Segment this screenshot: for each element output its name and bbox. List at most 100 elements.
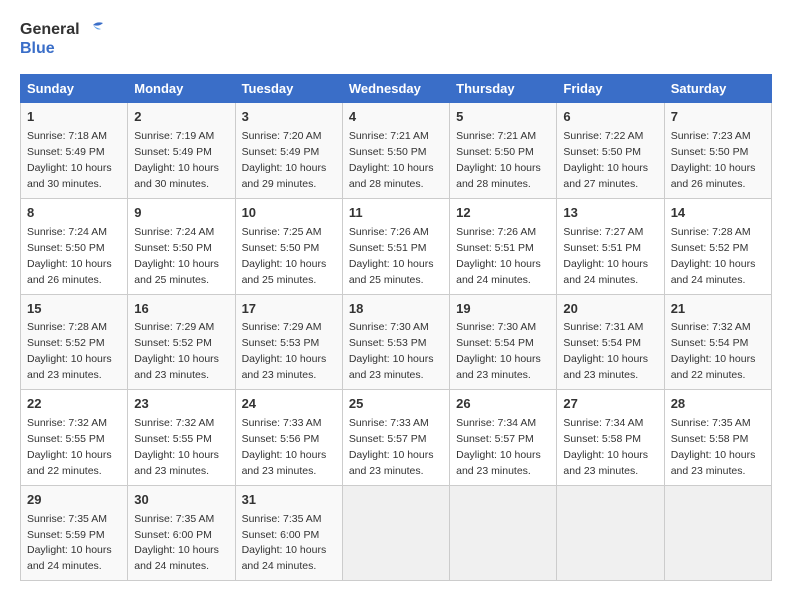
day-sunset: Sunset: 5:49 PM	[134, 146, 212, 158]
day-sunrise: Sunrise: 7:20 AM	[242, 130, 322, 142]
day-number: 19	[456, 300, 550, 319]
day-sunrise: Sunrise: 7:21 AM	[349, 130, 429, 142]
day-sunset: Sunset: 5:50 PM	[671, 146, 749, 158]
calendar-day-cell: 11 Sunrise: 7:26 AM Sunset: 5:51 PM Dayl…	[342, 198, 449, 294]
calendar-day-cell: 7 Sunrise: 7:23 AM Sunset: 5:50 PM Dayli…	[664, 103, 771, 199]
day-number: 1	[27, 108, 121, 127]
day-sunrise: Sunrise: 7:25 AM	[242, 226, 322, 238]
calendar-day-cell: 3 Sunrise: 7:20 AM Sunset: 5:49 PM Dayli…	[235, 103, 342, 199]
day-sunset: Sunset: 5:52 PM	[671, 242, 749, 254]
calendar-day-cell	[557, 485, 664, 581]
day-sunrise: Sunrise: 7:34 AM	[563, 417, 643, 429]
calendar-table: SundayMondayTuesdayWednesdayThursdayFrid…	[20, 74, 772, 581]
day-sunrise: Sunrise: 7:30 AM	[456, 321, 536, 333]
day-sunset: Sunset: 5:50 PM	[563, 146, 641, 158]
day-number: 4	[349, 108, 443, 127]
day-sunrise: Sunrise: 7:18 AM	[27, 130, 107, 142]
page-header: General Blue	[20, 20, 772, 58]
day-daylight: Daylight: 10 hours and 23 minutes.	[27, 353, 112, 381]
calendar-day-cell: 12 Sunrise: 7:26 AM Sunset: 5:51 PM Dayl…	[450, 198, 557, 294]
calendar-day-cell: 8 Sunrise: 7:24 AM Sunset: 5:50 PM Dayli…	[21, 198, 128, 294]
day-sunrise: Sunrise: 7:24 AM	[27, 226, 107, 238]
day-sunrise: Sunrise: 7:35 AM	[242, 513, 322, 525]
day-daylight: Daylight: 10 hours and 30 minutes.	[27, 162, 112, 190]
day-number: 22	[27, 395, 121, 414]
calendar-day-cell: 27 Sunrise: 7:34 AM Sunset: 5:58 PM Dayl…	[557, 390, 664, 486]
day-daylight: Daylight: 10 hours and 24 minutes.	[242, 544, 327, 572]
day-daylight: Daylight: 10 hours and 23 minutes.	[349, 449, 434, 477]
day-sunset: Sunset: 5:54 PM	[671, 337, 749, 349]
calendar-day-cell: 17 Sunrise: 7:29 AM Sunset: 5:53 PM Dayl…	[235, 294, 342, 390]
day-sunset: Sunset: 6:00 PM	[134, 529, 212, 541]
day-sunset: Sunset: 5:51 PM	[456, 242, 534, 254]
calendar-day-cell: 10 Sunrise: 7:25 AM Sunset: 5:50 PM Dayl…	[235, 198, 342, 294]
calendar-day-cell: 19 Sunrise: 7:30 AM Sunset: 5:54 PM Dayl…	[450, 294, 557, 390]
day-daylight: Daylight: 10 hours and 29 minutes.	[242, 162, 327, 190]
day-daylight: Daylight: 10 hours and 22 minutes.	[27, 449, 112, 477]
calendar-day-cell: 5 Sunrise: 7:21 AM Sunset: 5:50 PM Dayli…	[450, 103, 557, 199]
day-number: 14	[671, 204, 765, 223]
day-sunrise: Sunrise: 7:19 AM	[134, 130, 214, 142]
column-header-sunday: Sunday	[21, 75, 128, 103]
calendar-day-cell: 31 Sunrise: 7:35 AM Sunset: 6:00 PM Dayl…	[235, 485, 342, 581]
day-sunrise: Sunrise: 7:21 AM	[456, 130, 536, 142]
calendar-day-cell: 6 Sunrise: 7:22 AM Sunset: 5:50 PM Dayli…	[557, 103, 664, 199]
day-sunset: Sunset: 5:49 PM	[27, 146, 105, 158]
calendar-day-cell: 21 Sunrise: 7:32 AM Sunset: 5:54 PM Dayl…	[664, 294, 771, 390]
day-daylight: Daylight: 10 hours and 25 minutes.	[134, 258, 219, 286]
day-daylight: Daylight: 10 hours and 23 minutes.	[349, 353, 434, 381]
column-header-monday: Monday	[128, 75, 235, 103]
day-number: 20	[563, 300, 657, 319]
day-daylight: Daylight: 10 hours and 26 minutes.	[27, 258, 112, 286]
day-number: 30	[134, 491, 228, 510]
day-sunset: Sunset: 5:59 PM	[27, 529, 105, 541]
day-daylight: Daylight: 10 hours and 23 minutes.	[563, 449, 648, 477]
day-number: 28	[671, 395, 765, 414]
day-sunset: Sunset: 5:50 PM	[242, 242, 320, 254]
day-daylight: Daylight: 10 hours and 27 minutes.	[563, 162, 648, 190]
day-sunrise: Sunrise: 7:35 AM	[134, 513, 214, 525]
column-header-wednesday: Wednesday	[342, 75, 449, 103]
day-daylight: Daylight: 10 hours and 23 minutes.	[671, 449, 756, 477]
day-sunset: Sunset: 5:50 PM	[349, 146, 427, 158]
day-daylight: Daylight: 10 hours and 23 minutes.	[456, 353, 541, 381]
day-daylight: Daylight: 10 hours and 24 minutes.	[671, 258, 756, 286]
day-sunrise: Sunrise: 7:33 AM	[349, 417, 429, 429]
calendar-day-cell: 26 Sunrise: 7:34 AM Sunset: 5:57 PM Dayl…	[450, 390, 557, 486]
calendar-week-row: 29 Sunrise: 7:35 AM Sunset: 5:59 PM Dayl…	[21, 485, 772, 581]
calendar-day-cell: 9 Sunrise: 7:24 AM Sunset: 5:50 PM Dayli…	[128, 198, 235, 294]
day-daylight: Daylight: 10 hours and 28 minutes.	[349, 162, 434, 190]
day-sunrise: Sunrise: 7:35 AM	[671, 417, 751, 429]
day-number: 11	[349, 204, 443, 223]
day-sunset: Sunset: 6:00 PM	[242, 529, 320, 541]
day-sunrise: Sunrise: 7:34 AM	[456, 417, 536, 429]
day-sunset: Sunset: 5:50 PM	[27, 242, 105, 254]
calendar-day-cell: 22 Sunrise: 7:32 AM Sunset: 5:55 PM Dayl…	[21, 390, 128, 486]
day-number: 31	[242, 491, 336, 510]
day-sunset: Sunset: 5:54 PM	[563, 337, 641, 349]
calendar-day-cell	[664, 485, 771, 581]
day-number: 8	[27, 204, 121, 223]
day-sunrise: Sunrise: 7:32 AM	[134, 417, 214, 429]
day-daylight: Daylight: 10 hours and 25 minutes.	[349, 258, 434, 286]
calendar-day-cell: 20 Sunrise: 7:31 AM Sunset: 5:54 PM Dayl…	[557, 294, 664, 390]
day-number: 18	[349, 300, 443, 319]
day-sunset: Sunset: 5:56 PM	[242, 433, 320, 445]
day-number: 6	[563, 108, 657, 127]
calendar-day-cell	[450, 485, 557, 581]
calendar-day-cell: 4 Sunrise: 7:21 AM Sunset: 5:50 PM Dayli…	[342, 103, 449, 199]
day-daylight: Daylight: 10 hours and 26 minutes.	[671, 162, 756, 190]
day-sunset: Sunset: 5:58 PM	[563, 433, 641, 445]
calendar-week-row: 22 Sunrise: 7:32 AM Sunset: 5:55 PM Dayl…	[21, 390, 772, 486]
day-sunrise: Sunrise: 7:29 AM	[242, 321, 322, 333]
day-daylight: Daylight: 10 hours and 24 minutes.	[456, 258, 541, 286]
day-number: 21	[671, 300, 765, 319]
day-number: 17	[242, 300, 336, 319]
day-daylight: Daylight: 10 hours and 24 minutes.	[563, 258, 648, 286]
day-sunrise: Sunrise: 7:30 AM	[349, 321, 429, 333]
calendar-day-cell: 13 Sunrise: 7:27 AM Sunset: 5:51 PM Dayl…	[557, 198, 664, 294]
day-daylight: Daylight: 10 hours and 23 minutes.	[563, 353, 648, 381]
logo-container: General Blue	[20, 20, 105, 58]
day-number: 3	[242, 108, 336, 127]
day-sunrise: Sunrise: 7:23 AM	[671, 130, 751, 142]
